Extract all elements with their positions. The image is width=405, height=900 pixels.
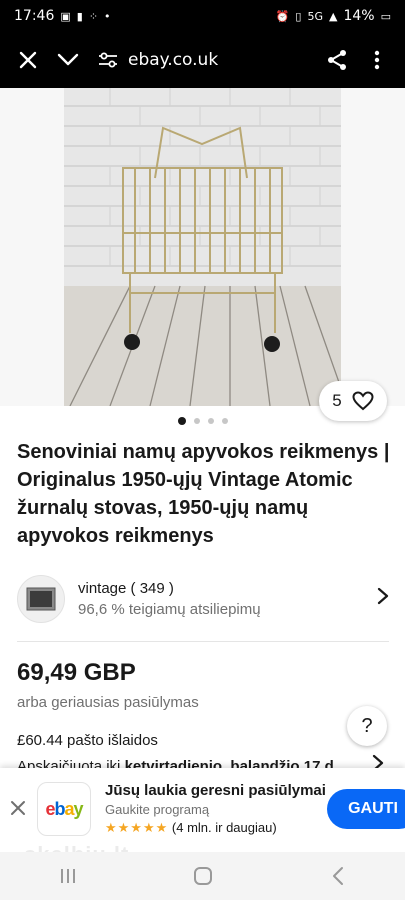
ebay-logo-letter: b xyxy=(54,798,65,819)
share-icon xyxy=(328,50,346,70)
home-icon xyxy=(193,867,212,885)
best-offer-label: arba geriausias pasiūlymas xyxy=(17,694,199,711)
help-button[interactable]: ? xyxy=(347,706,387,746)
product-image-carousel[interactable] xyxy=(0,88,405,406)
close-tab-button[interactable] xyxy=(8,40,48,80)
signal-icon: ▲ xyxy=(329,9,338,23)
ebay-logo-text: ebay xyxy=(45,798,84,820)
product-image xyxy=(0,88,405,406)
recent-apps-button[interactable] xyxy=(48,856,88,896)
seller-name: vintage ( 349 ) xyxy=(78,580,174,597)
more-options-button[interactable] xyxy=(357,40,397,80)
chevron-down-icon xyxy=(57,53,79,66)
seller-info[interactable]: vintage ( 349 ) 96,6 % teigiamų atsiliep… xyxy=(17,574,389,624)
listing-title: Senoviniai namų apyvokos reikmenys | Ori… xyxy=(17,441,390,547)
recent-apps-icon xyxy=(60,869,75,883)
site-settings-icon xyxy=(99,52,117,68)
alarm-icon: ⏰ xyxy=(275,9,290,23)
watch-button[interactable]: 5 xyxy=(319,381,387,421)
banner-subtitle: Gaukite programą xyxy=(105,802,210,817)
section-divider xyxy=(17,641,389,642)
share-button[interactable] xyxy=(317,40,357,80)
battery-icon: ▭ xyxy=(380,9,391,23)
network-type: 5G xyxy=(307,9,323,23)
ebay-logo-letter: y xyxy=(73,798,84,819)
ebay-app-logo: ebay xyxy=(37,782,91,836)
help-icon: ? xyxy=(361,714,373,737)
carousel-indicators xyxy=(0,417,405,430)
seller-avatar xyxy=(17,575,65,623)
alert-notification-icon: ▮ xyxy=(76,9,83,23)
status-bar: 17:46 ▣ ▮ ⁘ • ⏰ ▯ 5G ▲ 14% ▭ xyxy=(0,0,405,32)
address-bar[interactable]: ebay.co.uk xyxy=(98,50,317,70)
share-notification-icon: ⁘ xyxy=(88,9,99,23)
status-time: 17:46 xyxy=(14,8,55,24)
back-icon xyxy=(332,867,343,885)
app-install-banner: ebay Jūsų laukia geresni pasiūlymai Gauk… xyxy=(0,768,405,852)
close-icon xyxy=(19,51,37,69)
system-nav-bar xyxy=(0,852,405,900)
star-rating-icon: ★★★★★ xyxy=(105,820,169,835)
ebay-logo-letter: a xyxy=(64,798,74,819)
get-app-button[interactable]: GAUTI xyxy=(327,789,405,829)
carousel-dot[interactable] xyxy=(221,418,228,424)
browser-toolbar: ebay.co.uk xyxy=(0,32,405,88)
carousel-dot[interactable] xyxy=(177,417,186,425)
battery-level: 14% xyxy=(343,8,375,24)
carousel-dot[interactable] xyxy=(207,418,214,424)
image-notification-icon: ▣ xyxy=(60,9,71,23)
home-button[interactable] xyxy=(183,856,223,896)
dot-icon: • xyxy=(104,9,111,23)
item-price: 69,49 GBP xyxy=(17,659,136,686)
banner-rating: ★★★★★ (4 mln. ir daugiau) xyxy=(105,820,330,836)
shipping-cost: £60.44 pašto išlaidos xyxy=(17,732,158,749)
banner-title: Jūsų laukia geresni pasiūlymai xyxy=(105,782,326,799)
heart-icon xyxy=(352,391,374,411)
back-button[interactable] xyxy=(318,856,358,896)
close-icon xyxy=(11,801,25,815)
rating-count: (4 mln. ir daugiau) xyxy=(171,820,277,835)
minimize-button[interactable] xyxy=(48,40,88,80)
carousel-dot[interactable] xyxy=(193,418,200,424)
more-vertical-icon xyxy=(374,50,380,70)
seller-image-icon xyxy=(26,587,56,611)
dismiss-banner-button[interactable] xyxy=(6,796,30,820)
seller-feedback: 96,6 % teigiamų atsiliepimų xyxy=(78,601,261,618)
vibrate-icon: ▯ xyxy=(295,9,302,23)
chevron-right-icon xyxy=(377,587,389,611)
image-count: 5 xyxy=(332,391,342,410)
url-text: ebay.co.uk xyxy=(128,50,219,70)
